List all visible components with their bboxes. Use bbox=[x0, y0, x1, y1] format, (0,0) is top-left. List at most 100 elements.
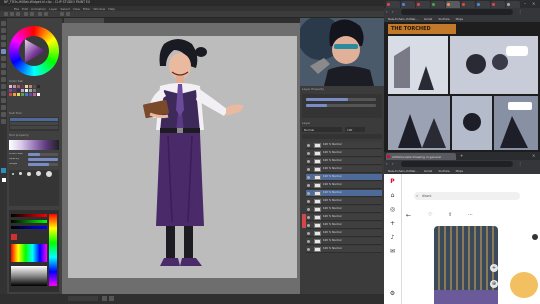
airbrush-icon[interactable] bbox=[1, 70, 6, 75]
visibility-eye-icon[interactable] bbox=[307, 160, 310, 163]
bookmark-item[interactable]: Maps bbox=[456, 169, 463, 173]
bookmark-item[interactable]: Maps bbox=[456, 17, 463, 21]
move-tool-icon[interactable] bbox=[1, 28, 6, 33]
layer-row[interactable]: 100 % Normal bbox=[306, 150, 382, 157]
menu-help[interactable]: Help bbox=[108, 7, 115, 11]
menu-window[interactable]: Window bbox=[93, 7, 105, 11]
color-history-swatch[interactable] bbox=[11, 234, 17, 240]
browser-tab[interactable] bbox=[476, 1, 490, 8]
layer-row[interactable]: 100 % Normal bbox=[306, 238, 382, 245]
intermediate-color[interactable] bbox=[11, 266, 47, 286]
bookmark-item[interactable]: New-tinhalo-ld-Web... bbox=[388, 17, 418, 21]
layer-row[interactable]: 100 % Normal bbox=[306, 158, 382, 165]
snap-icon[interactable] bbox=[60, 12, 64, 16]
home-icon[interactable]: ⌂ bbox=[389, 192, 396, 199]
menu-layer[interactable]: Layer bbox=[49, 7, 57, 11]
visibility-eye-icon[interactable] bbox=[307, 176, 310, 179]
browser-tab[interactable] bbox=[461, 1, 475, 8]
visibility-eye-icon[interactable] bbox=[307, 240, 310, 243]
layer-row[interactable]: 100 % Normal bbox=[306, 166, 382, 173]
eraser-icon[interactable] bbox=[1, 77, 6, 82]
visibility-eye-icon[interactable] bbox=[307, 200, 310, 203]
visibility-eye-icon[interactable] bbox=[307, 208, 310, 211]
layer-row[interactable]: 100 % Normal bbox=[306, 190, 382, 197]
visibility-eye-icon[interactable] bbox=[307, 216, 310, 219]
layer-row[interactable]: 100 % Normal bbox=[306, 142, 382, 149]
opacity-slider[interactable] bbox=[28, 158, 58, 161]
back-icon[interactable]: ‹ bbox=[386, 10, 390, 14]
layer-row[interactable]: 100 % Normal bbox=[306, 206, 382, 213]
pinterest-logo-icon[interactable]: P bbox=[389, 178, 396, 185]
blue-slider[interactable] bbox=[11, 226, 47, 229]
brush-size-preset[interactable] bbox=[27, 172, 31, 176]
help-button[interactable] bbox=[532, 234, 538, 240]
zoom-out-icon[interactable] bbox=[102, 296, 107, 301]
effect-slider[interactable] bbox=[306, 98, 376, 101]
menu-view[interactable]: View bbox=[73, 7, 80, 11]
transform-icon[interactable] bbox=[44, 12, 48, 16]
browser-tab[interactable] bbox=[416, 1, 430, 8]
minimize-icon[interactable]: – bbox=[524, 1, 526, 6]
layer-row[interactable]: 100 % Normal bbox=[306, 230, 382, 237]
url-field[interactable] bbox=[401, 161, 513, 167]
visibility-eye-icon[interactable] bbox=[307, 232, 310, 235]
layer-row[interactable]: 100 % Normal bbox=[306, 174, 382, 181]
bookmark-item[interactable]: YouTube bbox=[438, 17, 449, 21]
browser-tab[interactable] bbox=[386, 1, 400, 8]
menu-filter[interactable]: Filter bbox=[83, 7, 90, 11]
close-icon[interactable]: × bbox=[532, 1, 535, 6]
url-field[interactable] bbox=[401, 9, 513, 15]
shape-slider[interactable] bbox=[28, 163, 58, 166]
text-tool-icon[interactable] bbox=[1, 112, 6, 117]
brush-tool-icon[interactable] bbox=[1, 63, 6, 68]
select-tool-icon[interactable] bbox=[1, 35, 6, 40]
zoom-in-button[interactable]: + bbox=[490, 264, 498, 272]
bookmark-item[interactable]: Gmail bbox=[424, 17, 432, 21]
bookmark-item[interactable]: Gmail bbox=[424, 169, 432, 173]
pin-image[interactable] bbox=[434, 226, 498, 304]
search-input[interactable]: diazni bbox=[414, 192, 520, 200]
browser-tab-active[interactable] bbox=[446, 1, 460, 8]
figure-tool-icon[interactable] bbox=[1, 105, 6, 110]
explore-icon[interactable]: ◎ bbox=[389, 206, 396, 213]
visibility-eye-icon[interactable] bbox=[307, 168, 310, 171]
red-slider[interactable] bbox=[11, 214, 47, 217]
pencil-tool-icon[interactable] bbox=[1, 56, 6, 61]
sub-tool-item[interactable] bbox=[10, 126, 58, 129]
brush-size-preset[interactable] bbox=[19, 172, 22, 175]
zoom-tool-icon[interactable] bbox=[1, 21, 6, 26]
menu-edit[interactable]: Edit bbox=[22, 7, 28, 11]
zoom-field[interactable] bbox=[68, 296, 98, 301]
brush-size-preset[interactable] bbox=[46, 171, 52, 177]
create-icon[interactable]: + bbox=[389, 220, 396, 227]
visibility-eye-icon[interactable] bbox=[307, 152, 310, 155]
layer-row[interactable]: 100 % Normal bbox=[306, 214, 382, 221]
eyedropper-icon[interactable] bbox=[1, 42, 6, 47]
blend-tool-icon[interactable] bbox=[1, 84, 6, 89]
expression-slider[interactable] bbox=[306, 104, 376, 107]
sub-tool-item[interactable] bbox=[10, 122, 58, 125]
document-tab[interactable] bbox=[64, 18, 104, 23]
layer-row[interactable]: 100 % Normal bbox=[306, 182, 382, 189]
layer-row[interactable]: 100 % Normal bbox=[306, 222, 382, 229]
blending-mode-select[interactable]: Normal bbox=[302, 127, 342, 132]
brush-size-preset[interactable] bbox=[12, 173, 14, 175]
bookmark-item[interactable]: New-tinhalo-ld-Web... bbox=[388, 169, 418, 173]
sub-tool-item[interactable] bbox=[10, 118, 58, 121]
more-icon[interactable]: ⋯ bbox=[468, 212, 473, 218]
browser-tab-active[interactable]: ArtbiDucaste Drawing in general bbox=[386, 153, 456, 160]
forward-icon[interactable]: › bbox=[392, 10, 396, 14]
undo-icon[interactable] bbox=[24, 12, 28, 16]
back-arrow-icon[interactable]: ← bbox=[406, 212, 411, 219]
sub-color-swatch[interactable] bbox=[2, 178, 6, 182]
bookmark-item[interactable]: YouTube bbox=[438, 169, 449, 173]
gradient-icon[interactable] bbox=[1, 98, 6, 103]
color-set-grid[interactable] bbox=[9, 85, 59, 109]
menu-select[interactable]: Select bbox=[61, 7, 70, 11]
navigator-preview[interactable] bbox=[298, 16, 384, 86]
visual-search-button[interactable]: ⊕ bbox=[490, 280, 498, 288]
main-color-swatch[interactable] bbox=[1, 168, 6, 173]
pen-tool-icon[interactable] bbox=[1, 49, 6, 54]
open-icon[interactable] bbox=[10, 12, 14, 16]
forward-icon[interactable]: › bbox=[392, 162, 396, 166]
